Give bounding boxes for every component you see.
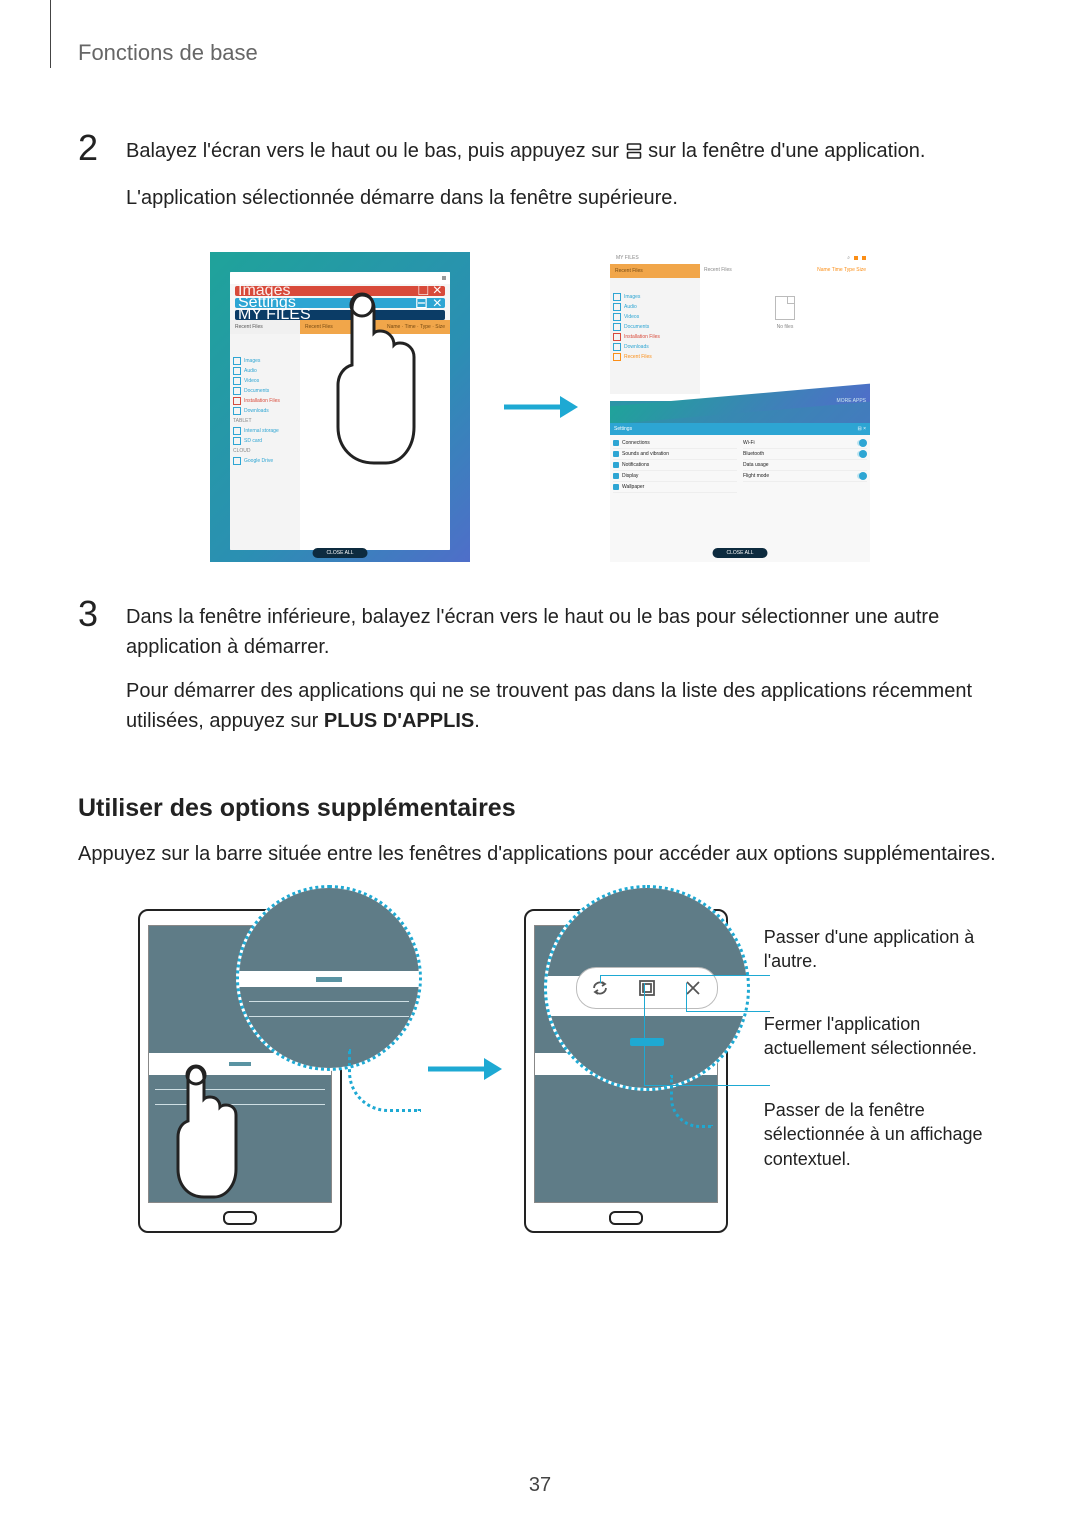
- step3-line2-a: Pour démarrer des applications qui ne se…: [126, 680, 972, 732]
- status-dot: [862, 256, 866, 260]
- settings-wallpaper: Wallpaper: [613, 482, 737, 493]
- sidebar-documents: Documents: [230, 386, 300, 396]
- close-all-pill: CLOSE ALL: [313, 548, 368, 558]
- callout-close: Fermer l'application actuellement sélect…: [764, 1012, 1002, 1061]
- home-button-icon: [609, 1211, 643, 1225]
- more-apps-label: MORE APPS: [837, 398, 866, 404]
- step2-line1: Balayez l'écran vers le haut ou le bas, …: [126, 136, 1002, 169]
- sidebar-installfiles: Installation Files: [610, 332, 700, 342]
- main-head-right: Name · Time · Type · Size: [387, 324, 445, 330]
- settings-datausage: Data usage: [743, 460, 867, 471]
- figure-options: Passer d'une application à l'autre. Ferm…: [138, 899, 1002, 1239]
- sidebar-images: Images: [610, 292, 700, 302]
- step2-line1-a: Balayez l'écran vers le haut ou le bas, …: [126, 140, 625, 162]
- no-files-text: No files: [777, 324, 794, 330]
- sidebar-cloud: CLOUD: [230, 446, 300, 456]
- sidebar-downloads: Downloads: [610, 342, 700, 352]
- step3-line2-b: .: [474, 710, 480, 732]
- main-head-left: Recent Files: [305, 324, 333, 330]
- page-number: 37: [529, 1474, 551, 1497]
- hand-pointer-icon: [170, 1061, 240, 1216]
- margin-rule: [50, 0, 51, 68]
- popup-view-icon: [636, 977, 658, 999]
- callout-popup: Passer de la fenêtre sélectionnée à un a…: [764, 1098, 1002, 1171]
- step3-line2-bold: PLUS D'APPLIS: [324, 710, 474, 732]
- pane-head-left: Recent Files: [704, 267, 732, 273]
- sidebar-head: Recent Files: [615, 268, 643, 274]
- arrow-right-icon: [500, 392, 580, 422]
- step2-line2: L'application sélectionnée démarre dans …: [126, 183, 1002, 213]
- callout-swap: Passer d'une application à l'autre.: [764, 925, 1002, 974]
- step-number-2: 2: [78, 130, 126, 166]
- empty-doc-icon: [365, 374, 385, 398]
- magnifier-right: [544, 885, 750, 1091]
- sidebar-downloads: Downloads: [230, 406, 300, 416]
- step3-line1: Dans la fenêtre inférieure, balayez l'éc…: [126, 602, 1002, 662]
- subsection-heading: Utiliser des options supplémentaires: [78, 794, 1002, 823]
- split-handle-zoom: [630, 1038, 664, 1046]
- topbar-title: MY FILES: [616, 255, 639, 261]
- split-handle-zoom: [316, 977, 342, 982]
- section-header: Fonctions de base: [78, 40, 1002, 66]
- close-all-pill: CLOSE ALL: [713, 548, 768, 558]
- sidebar-documents: Documents: [610, 322, 700, 332]
- sidebar-internal: Internal storage: [230, 426, 300, 436]
- recent-card-1: Images□ ×: [235, 286, 445, 296]
- magnifier-left: [236, 885, 422, 1071]
- sidebar-head: Recent Files: [235, 324, 263, 330]
- status-dot: [854, 256, 858, 260]
- sidebar-audio: Audio: [610, 302, 700, 312]
- screenshot-recents: Images□ × Settings⊟ × MY FILES Recent Fi…: [210, 252, 470, 562]
- step-number-3: 3: [78, 596, 126, 632]
- sidebar-images: Images: [230, 356, 300, 366]
- split-screen-icon: [625, 139, 643, 169]
- settings-flightmode: Flight mode: [743, 471, 867, 482]
- settings-sounds: Sounds and vibration: [613, 449, 737, 460]
- sidebar-installfiles: Installation Files: [230, 396, 300, 406]
- no-files-text: No files: [367, 402, 384, 408]
- step-2: 2 Balayez l'écran vers le haut ou le bas…: [78, 136, 1002, 227]
- settings-bluetooth: Bluetooth: [743, 449, 867, 460]
- sidebar-tablet: TABLET: [230, 416, 300, 426]
- options-pill: [576, 967, 718, 1009]
- sidebar-gdrive: Google Drive: [230, 456, 300, 466]
- status-dot: [442, 276, 446, 280]
- arrow-right-icon: [424, 1054, 504, 1084]
- subsection-body: Appuyez sur la barre située entre les fe…: [78, 839, 1002, 869]
- sidebar-videos: Videos: [230, 376, 300, 386]
- figure-step2: Images□ × Settings⊟ × MY FILES Recent Fi…: [78, 252, 1002, 562]
- settings-head: Settings: [614, 426, 632, 432]
- sidebar-audio: Audio: [230, 366, 300, 376]
- settings-wifi: Wi-Fi: [743, 438, 867, 449]
- sidebar-sdcard: SD card: [230, 436, 300, 446]
- settings-notifications: Notifications: [613, 460, 737, 471]
- step2-line1-b: sur la fenêtre d'une application.: [648, 140, 925, 162]
- empty-doc-icon: [775, 296, 795, 320]
- step3-line2: Pour démarrer des applications qui ne se…: [126, 676, 1002, 736]
- callouts: Passer d'une application à l'autre. Ferm…: [764, 899, 1002, 1209]
- screenshot-splitview: MY FILES ⌕ Recent Files Images Audio Vid…: [610, 252, 870, 562]
- settings-display: Display: [613, 471, 737, 482]
- settings-connections: Connections: [613, 438, 737, 449]
- recent-card-3: MY FILES: [235, 310, 445, 320]
- sidebar-videos: Videos: [610, 312, 700, 322]
- pane-head-right: Name Time Type Size: [817, 267, 866, 273]
- sidebar-recentdetail: Recent Files: [610, 352, 700, 362]
- step-3: 3 Dans la fenêtre inférieure, balayez l'…: [78, 602, 1002, 750]
